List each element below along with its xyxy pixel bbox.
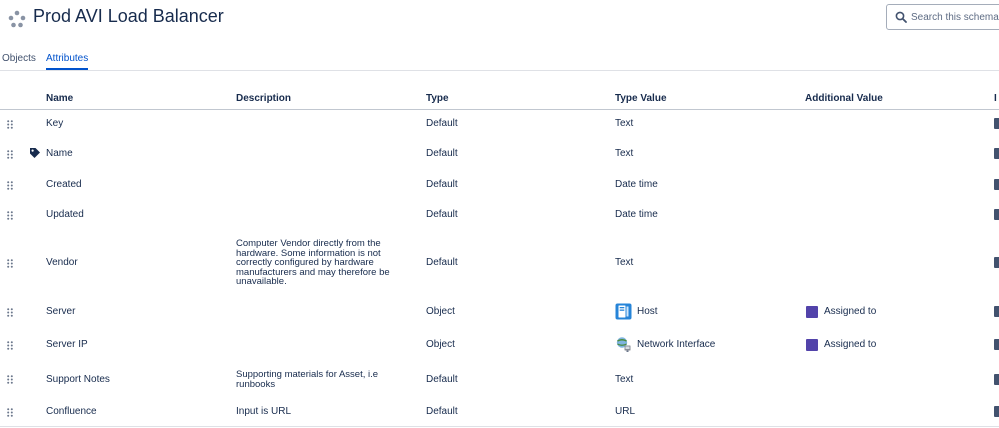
table-bottom-divider (0, 426, 999, 427)
attribute-type: Default (426, 406, 458, 417)
row-action-icon[interactable] (994, 339, 999, 350)
attribute-type: Default (426, 374, 458, 385)
column-header-name[interactable]: Name (46, 93, 73, 104)
page-header: Prod AVI Load Balancer (0, 0, 999, 42)
attribute-name[interactable]: Server IP (46, 339, 88, 350)
search-box[interactable] (886, 4, 999, 30)
attribute-type-value: Text (615, 257, 634, 268)
tab-objects[interactable]: Objects (2, 53, 36, 64)
attribute-name[interactable]: Created (46, 179, 82, 190)
table-row[interactable]: Support Notes Supporting materials for A… (0, 366, 999, 392)
table-row[interactable]: Vendor Computer Vendor directly from the… (0, 235, 999, 291)
drag-handle-icon[interactable] (7, 341, 13, 350)
attribute-type-value: Date time (615, 179, 658, 190)
row-action-icon[interactable] (994, 179, 999, 190)
attribute-additional-value: Assigned to (824, 339, 877, 350)
tab-attributes[interactable]: Attributes (46, 53, 89, 70)
schema-icon (8, 10, 26, 28)
attribute-description: Supporting materials for Asset, i.e runb… (236, 369, 379, 390)
drag-handle-icon[interactable] (7, 120, 13, 129)
column-header-type[interactable]: Type (426, 93, 449, 104)
row-action-icon[interactable] (994, 306, 999, 317)
attribute-type-value: Text (615, 148, 634, 159)
column-header-truncated[interactable]: I (994, 93, 997, 104)
tag-icon (30, 148, 40, 158)
tab-bar: Objects Attributes (0, 50, 999, 71)
color-swatch (806, 306, 818, 318)
attribute-name[interactable]: Server (46, 306, 75, 317)
attribute-name[interactable]: Name (46, 148, 73, 159)
attribute-type-value: Date time (615, 209, 658, 220)
network-interface-icon (616, 337, 631, 352)
attribute-name[interactable]: Confluence (46, 406, 97, 417)
attribute-description: Computer Vendor directly from the hardwa… (236, 238, 390, 287)
attribute-description: Input is URL (236, 406, 292, 417)
attribute-type-value: Text (615, 374, 634, 385)
search-icon (895, 11, 907, 23)
row-action-icon[interactable] (994, 148, 999, 159)
attribute-name[interactable]: Support Notes (46, 374, 110, 385)
drag-handle-icon[interactable] (7, 181, 13, 190)
table-row[interactable]: Server IP Object Network Interface Assig… (0, 333, 999, 357)
column-header-additional-value[interactable]: Additional Value (805, 93, 883, 104)
attribute-type: Default (426, 179, 458, 190)
drag-handle-icon[interactable] (7, 259, 13, 268)
table-header: Name Description Type Type Value Additio… (0, 88, 999, 110)
table-row[interactable]: Name Default Text (0, 142, 999, 166)
attribute-type: Object (426, 306, 455, 317)
attribute-type: Object (426, 339, 455, 350)
row-action-icon[interactable] (994, 406, 999, 417)
column-header-type-value[interactable]: Type Value (615, 93, 667, 104)
attribute-type: Default (426, 257, 458, 268)
attribute-type-value: URL (615, 406, 636, 417)
color-swatch (806, 339, 818, 351)
table-row[interactable]: Server Object Host Assigned to (0, 300, 999, 324)
attribute-type: Default (426, 209, 458, 220)
attribute-name[interactable]: Vendor (46, 257, 78, 268)
attribute-additional-value: Assigned to (824, 306, 877, 317)
attribute-type: Default (426, 118, 458, 129)
row-action-icon[interactable] (994, 209, 999, 220)
drag-handle-icon[interactable] (7, 211, 13, 220)
drag-handle-icon[interactable] (7, 308, 13, 317)
row-action-icon[interactable] (994, 374, 999, 385)
table-row[interactable]: Key Default Text (0, 112, 999, 136)
drag-handle-icon[interactable] (7, 408, 13, 417)
table-row[interactable]: Created Default Date time (0, 173, 999, 197)
page-title: Prod AVI Load Balancer (33, 6, 224, 26)
table-row[interactable]: Updated Default Date time (0, 203, 999, 227)
table-row[interactable]: Confluence Input is URL Default URL (0, 400, 999, 424)
attribute-name[interactable]: Updated (46, 209, 84, 220)
drag-handle-icon[interactable] (7, 150, 13, 159)
attribute-name[interactable]: Key (46, 118, 63, 129)
search-input[interactable] (911, 8, 999, 26)
drag-handle-icon[interactable] (7, 375, 13, 384)
host-icon (615, 303, 632, 320)
column-header-description[interactable]: Description (236, 93, 291, 104)
row-action-icon[interactable] (994, 118, 999, 129)
attribute-type-value: Host (637, 306, 658, 317)
attribute-type: Default (426, 148, 458, 159)
attribute-type-value: Network Interface (637, 339, 716, 350)
row-action-icon[interactable] (994, 257, 999, 268)
attribute-type-value: Text (615, 118, 634, 129)
